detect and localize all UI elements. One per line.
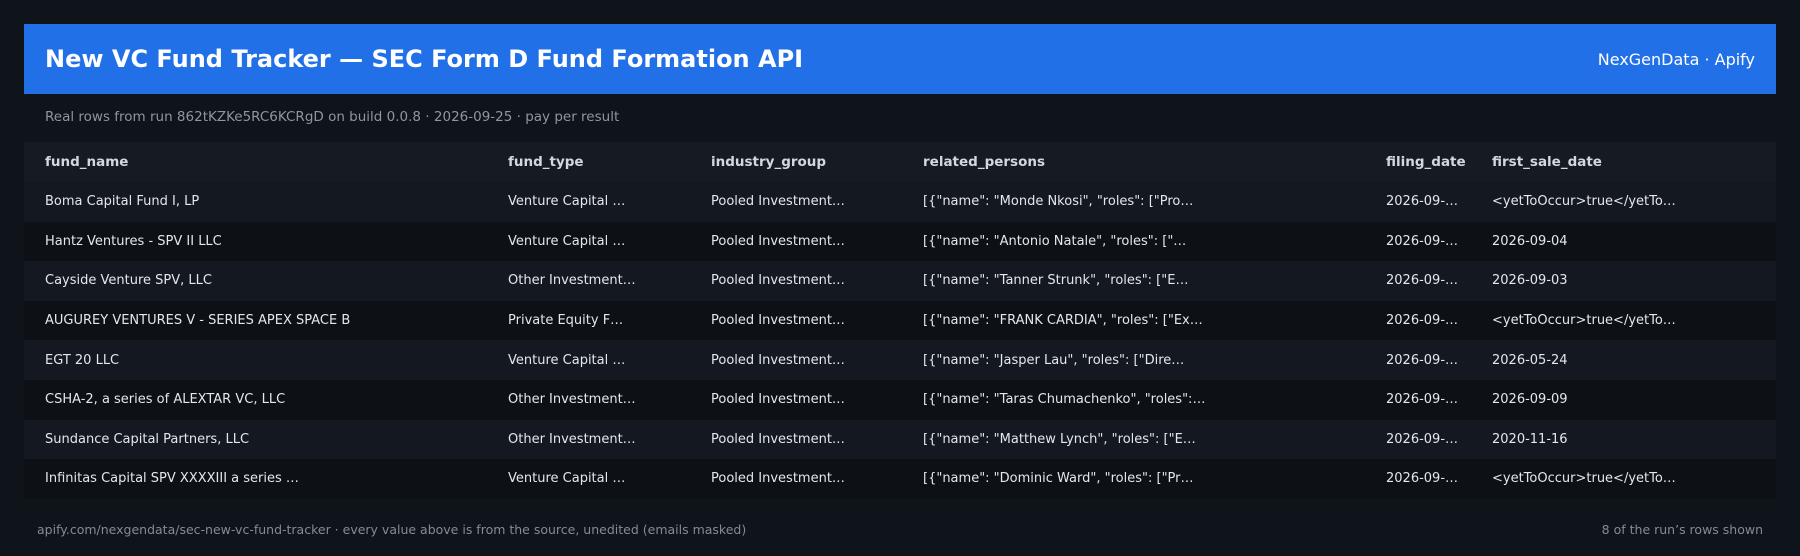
column-header-fund-name[interactable]: fund_name: [24, 142, 508, 182]
cell-fund-type: Venture Capital …: [508, 233, 626, 249]
results-table: fund_name fund_type industry_group relat…: [24, 142, 1776, 499]
column-header-related-persons[interactable]: related_persons: [923, 142, 1386, 182]
cell-fund-type: Other Investment…: [508, 392, 636, 408]
cell-filing-date: 2026-09-…: [1386, 431, 1459, 447]
cell-fund-type: Venture Capital …: [508, 194, 626, 210]
cell-fund-name: EGT 20 LLC: [45, 352, 120, 368]
cell-fund-name: Hantz Ventures - SPV II LLC: [45, 233, 222, 249]
table-row: Hantz Ventures - SPV II LLC Venture Capi…: [24, 221, 1776, 262]
cell-first-sale-date: <yetToOccur>true</yetTo…: [1492, 471, 1676, 487]
cell-fund-type: Venture Capital …: [508, 352, 626, 368]
cell-filing-date: 2026-09-…: [1386, 352, 1459, 368]
table-row: Sundance Capital Partners, LLC Other Inv…: [24, 419, 1776, 460]
cell-filing-date: 2026-09-…: [1386, 313, 1459, 329]
cell-fund-type: Other Investment…: [508, 431, 636, 447]
cell-first-sale-date: 2026-09-03: [1492, 273, 1568, 289]
cell-filing-date: 2026-09-…: [1386, 233, 1459, 249]
cell-filing-date: 2026-09-…: [1386, 392, 1459, 408]
source-footer-link[interactable]: apify.com/nexgendata/sec-new-vc-fund-tra…: [37, 522, 746, 537]
cell-fund-name: CSHA-2, a series of ALEXTAR VC, LLC: [45, 392, 286, 408]
cell-industry-group: Pooled Investment…: [711, 233, 845, 249]
table-row: CSHA-2, a series of ALEXTAR VC, LLC Othe…: [24, 379, 1776, 420]
cell-filing-date: 2026-09-…: [1386, 194, 1459, 210]
cell-first-sale-date: 2026-05-24: [1492, 352, 1568, 368]
cell-fund-type: Other Investment…: [508, 273, 636, 289]
cell-industry-group: Pooled Investment…: [711, 471, 845, 487]
cell-related-persons: [{"name": "FRANK CARDIA", "roles": ["Ex…: [923, 313, 1203, 329]
column-header-industry-group[interactable]: industry_group: [711, 142, 923, 182]
cell-filing-date: 2026-09-…: [1386, 273, 1459, 289]
table-row: Boma Capital Fund I, LP Venture Capital …: [24, 182, 1776, 222]
cell-related-persons: [{"name": "Taras Chumachenko", "roles":…: [923, 392, 1206, 408]
cell-filing-date: 2026-09-…: [1386, 471, 1459, 487]
cell-related-persons: [{"name": "Antonio Natale", "roles": ["…: [923, 233, 1187, 249]
header-bar: New VC Fund Tracker — SEC Form D Fund Fo…: [24, 24, 1776, 94]
cell-first-sale-date: 2026-09-09: [1492, 392, 1568, 408]
cell-first-sale-date: 2020-11-16: [1492, 431, 1568, 447]
cell-industry-group: Pooled Investment…: [711, 313, 845, 329]
cell-industry-group: Pooled Investment…: [711, 431, 845, 447]
cell-related-persons: [{"name": "Tanner Strunk", "roles": ["E…: [923, 273, 1189, 289]
cell-industry-group: Pooled Investment…: [711, 352, 845, 368]
cell-fund-name: Boma Capital Fund I, LP: [45, 194, 200, 210]
table-row: AUGUREY VENTURES V - SERIES APEX SPACE B…: [24, 300, 1776, 341]
cell-first-sale-date: <yetToOccur>true</yetTo…: [1492, 194, 1676, 210]
column-header-fund-type[interactable]: fund_type: [508, 142, 711, 182]
cell-fund-name: AUGUREY VENTURES V - SERIES APEX SPACE B: [45, 313, 351, 329]
cell-fund-name: Cayside Venture SPV, LLC: [45, 273, 212, 289]
column-header-filing-date[interactable]: filing_date: [1386, 142, 1492, 182]
cell-fund-name: Infinitas Capital SPV XXXXIII a series …: [45, 471, 299, 487]
column-header-first-sale-date[interactable]: first_sale_date: [1492, 142, 1776, 182]
cell-related-persons: [{"name": "Dominic Ward", "roles": ["Pr…: [923, 471, 1194, 487]
run-subtitle: Real rows from run 862tKZKe5RC6KCRgD on …: [45, 109, 620, 125]
page-title: New VC Fund Tracker — SEC Form D Fund Fo…: [45, 45, 804, 73]
brand-label: NexGenData · Apify: [1597, 49, 1755, 69]
cell-fund-name: Sundance Capital Partners, LLC: [45, 431, 250, 447]
cell-first-sale-date: 2026-09-04: [1492, 233, 1568, 249]
cell-first-sale-date: <yetToOccur>true</yetTo…: [1492, 313, 1676, 329]
table-row: Infinitas Capital SPV XXXXIII a series ……: [24, 459, 1776, 499]
cell-fund-type: Private Equity F…: [508, 313, 624, 329]
cell-fund-type: Venture Capital …: [508, 471, 626, 487]
cell-industry-group: Pooled Investment…: [711, 273, 845, 289]
rows-shown-count: 8 of the run’s rows shown: [1601, 522, 1763, 537]
table-header-row: fund_name fund_type industry_group relat…: [24, 142, 1776, 182]
table-row: EGT 20 LLC Venture Capital … Pooled Inve…: [24, 340, 1776, 380]
cell-related-persons: [{"name": "Monde Nkosi", "roles": ["Pro…: [923, 194, 1194, 210]
cell-industry-group: Pooled Investment…: [711, 392, 845, 408]
cell-industry-group: Pooled Investment…: [711, 194, 845, 210]
cell-related-persons: [{"name": "Jasper Lau", "roles": ["Dire…: [923, 352, 1185, 368]
cell-related-persons: [{"name": "Matthew Lynch", "roles": ["E…: [923, 431, 1196, 447]
table-row: Cayside Venture SPV, LLC Other Investmen…: [24, 261, 1776, 301]
